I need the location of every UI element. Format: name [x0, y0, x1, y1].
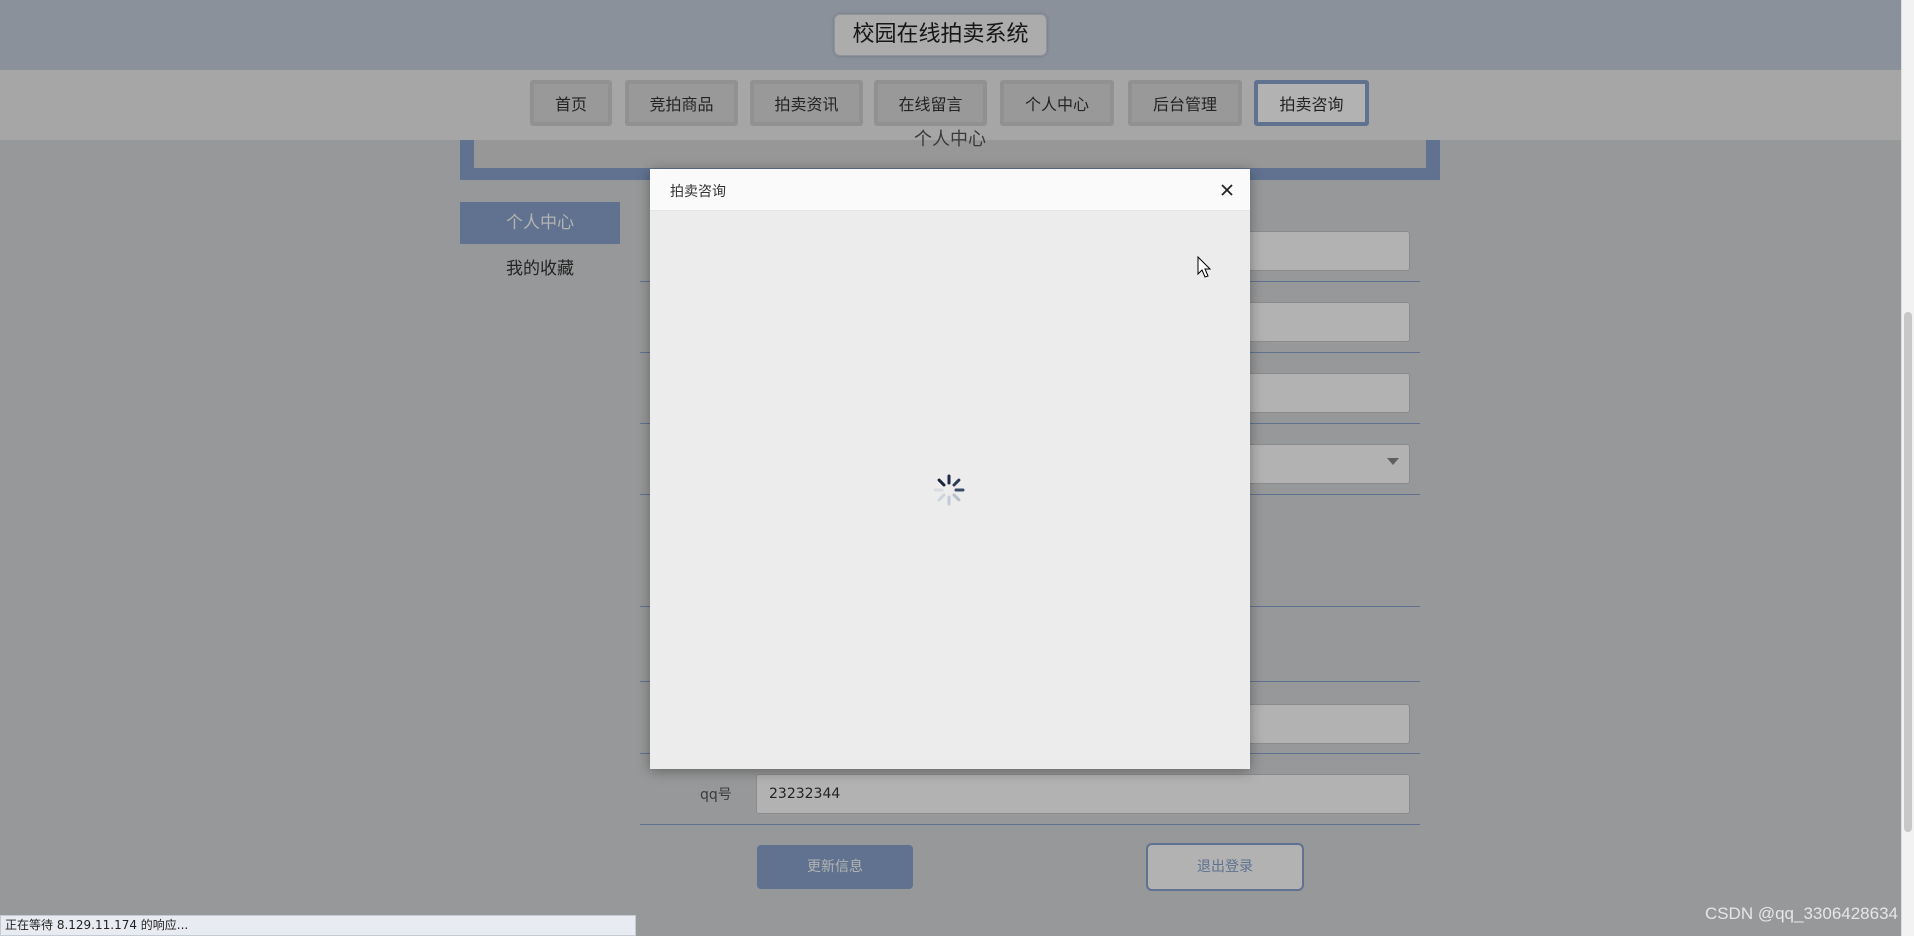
auction-consult-dialog: 拍卖咨询: [650, 169, 1250, 769]
watermark: CSDN @qq_3306428634: [1704, 904, 1898, 923]
close-icon[interactable]: [1216, 179, 1238, 201]
page-scrollbar[interactable]: [1901, 0, 1914, 936]
browser-status-bar: 正在等待 8.129.11.174 的响应...: [0, 915, 636, 936]
spinner-icon: [932, 473, 966, 507]
dialog-header: 拍卖咨询: [650, 169, 1250, 211]
dialog-title: 拍卖咨询: [670, 184, 726, 200]
scrollbar-thumb[interactable]: [1904, 312, 1912, 832]
mouse-cursor-icon: [1197, 255, 1213, 280]
